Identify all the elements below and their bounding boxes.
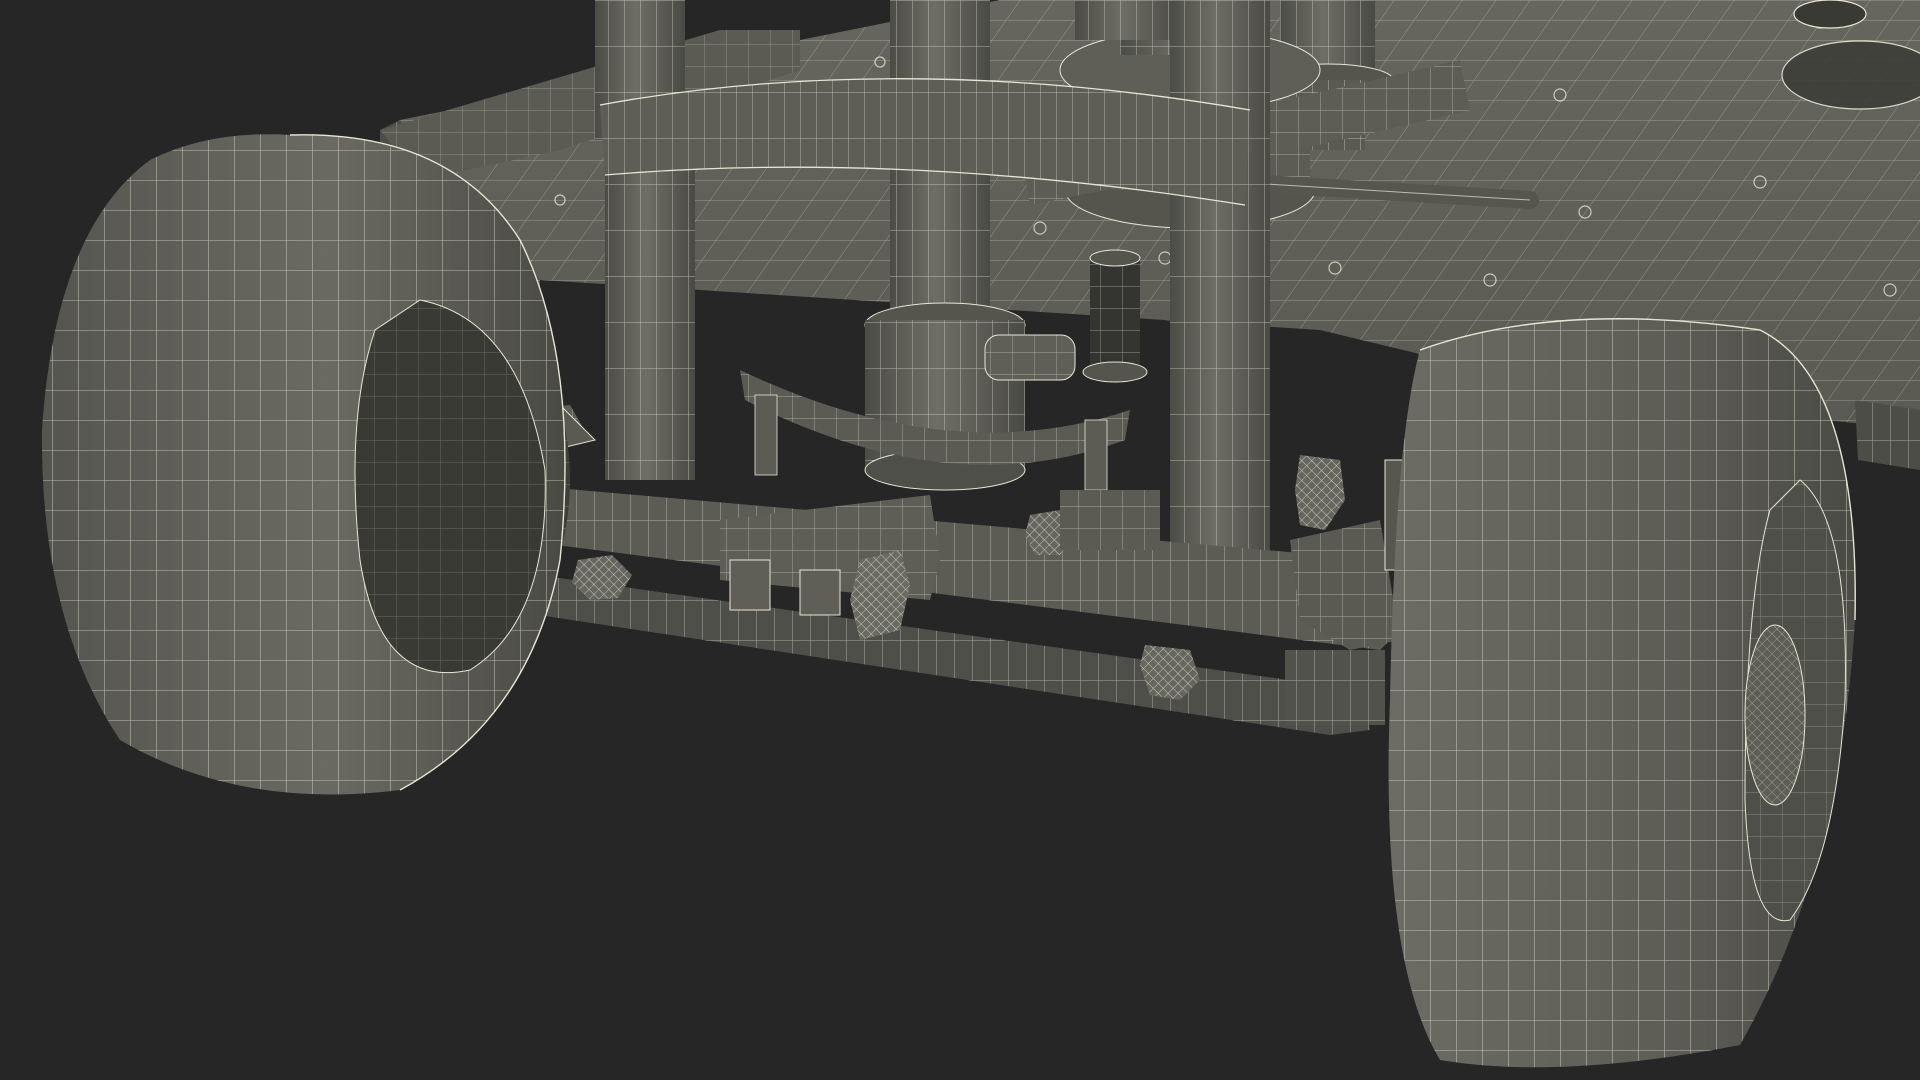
render-viewport xyxy=(0,0,1920,1080)
left-wheel xyxy=(41,134,570,795)
plate-right-edge xyxy=(1855,400,1920,470)
dolly-wireframe-scene xyxy=(41,0,1920,1068)
column-base-hub xyxy=(740,302,1130,491)
knob-right-icon xyxy=(1295,455,1345,530)
brake-pin xyxy=(1082,249,1148,383)
right-wheel xyxy=(1388,318,1856,1068)
